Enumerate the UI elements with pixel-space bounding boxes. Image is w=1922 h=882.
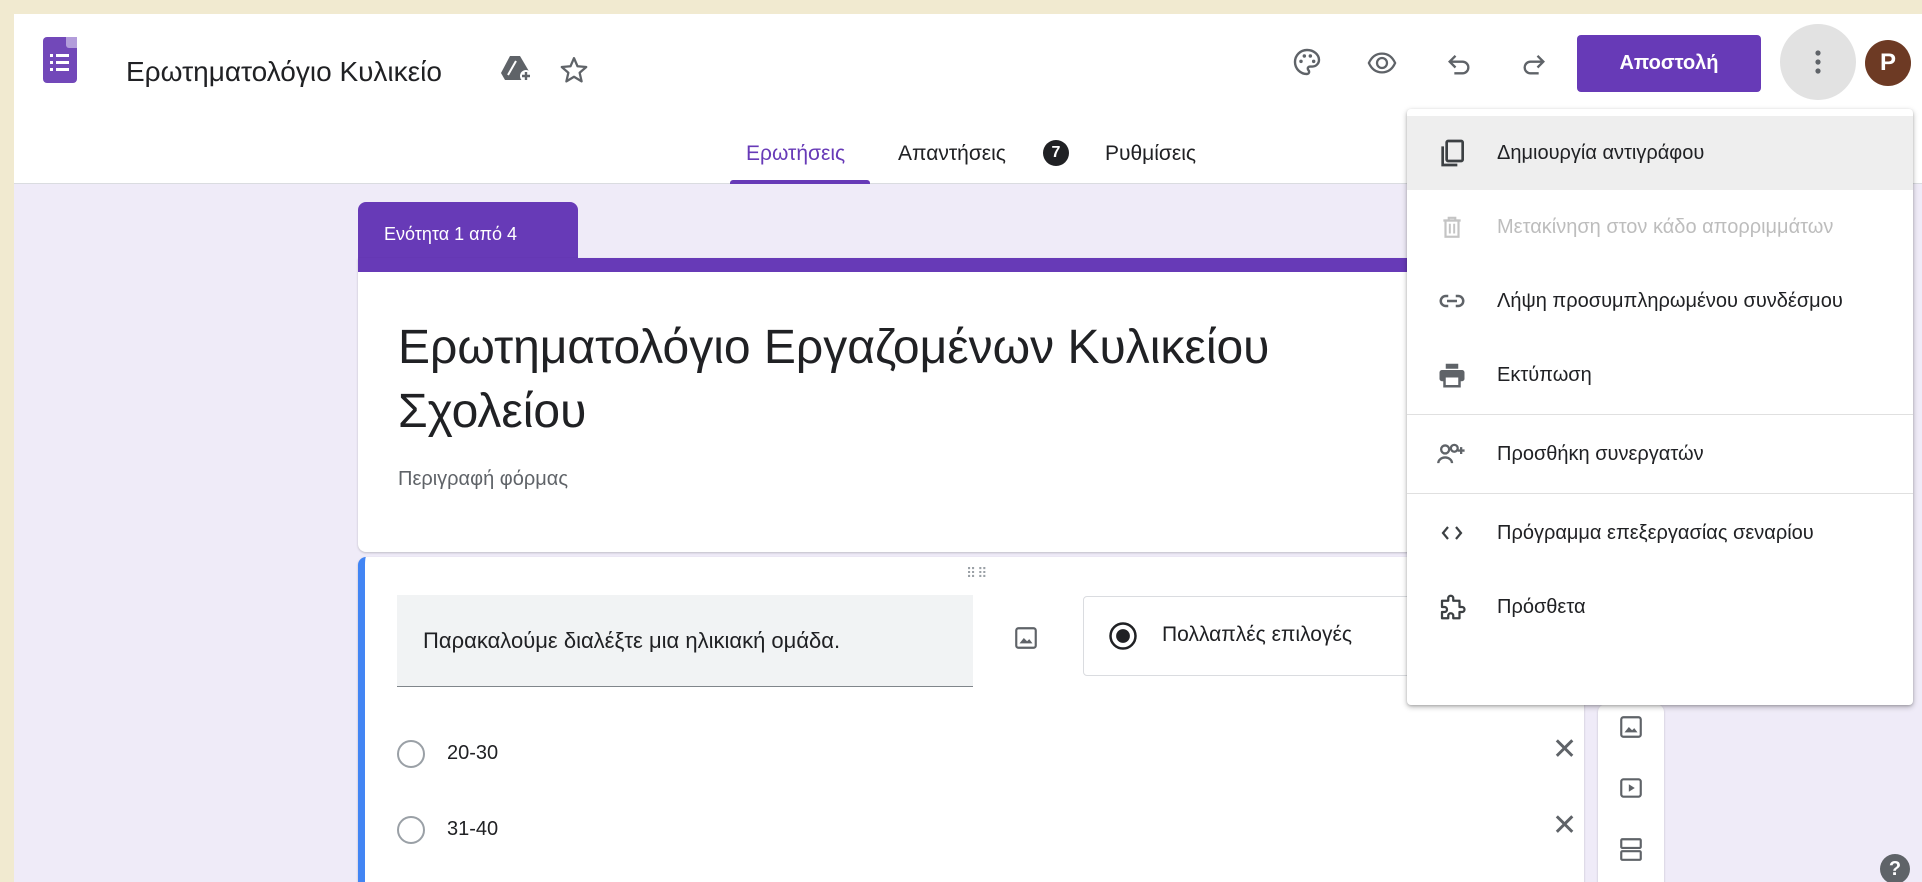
send-button[interactable]: Αποστολή: [1577, 35, 1761, 92]
radio-button-icon: [1108, 621, 1138, 656]
menu-item-make-copy[interactable]: Δημιουργία αντιγράφου: [1407, 116, 1913, 190]
remove-option-icon[interactable]: ✕: [1552, 808, 1577, 843]
document-title[interactable]: Ερωτηματολόγιο Κυλικείο: [126, 56, 442, 88]
code-icon: [1435, 516, 1469, 550]
responses-count-badge: 7: [1043, 140, 1069, 166]
menu-item-script-editor[interactable]: Πρόγραμμα επεξεργασίας σεναρίου: [1407, 496, 1913, 570]
star-icon[interactable]: [556, 52, 592, 88]
menu-item-label: Λήψη προσυμπληρωμένου συνδέσμου: [1497, 289, 1843, 312]
side-toolbar: [1598, 704, 1664, 882]
menu-item-add-collaborators[interactable]: Προσθήκη συνεργατών: [1407, 417, 1913, 491]
menu-item-move-to-trash[interactable]: Μετακίνηση στον κάδο απορριμμάτων: [1407, 190, 1913, 264]
question-title-input[interactable]: Παρακαλούμε διαλέξτε μια ηλικιακή ομάδα.: [397, 595, 973, 687]
palette-icon[interactable]: [1289, 44, 1325, 80]
active-tab-indicator: [730, 180, 870, 184]
forms-logo-icon[interactable]: [43, 37, 77, 83]
menu-divider: [1407, 493, 1913, 494]
redo-icon[interactable]: [1516, 46, 1552, 82]
copy-icon: [1435, 136, 1469, 170]
tab-questions[interactable]: Ερωτήσεις: [746, 142, 845, 166]
menu-divider: [1407, 414, 1913, 415]
option-row[interactable]: 20-30 ✕: [397, 733, 1577, 774]
form-description[interactable]: Περιγραφή φόρμας: [398, 468, 568, 491]
menu-item-label: Πρόγραμμα επεξεργασίας σεναρίου: [1497, 521, 1814, 544]
drag-handle-icon[interactable]: ⠿⠿: [966, 565, 989, 582]
add-image-icon[interactable]: [1616, 712, 1646, 742]
option-row[interactable]: 31-40 ✕: [397, 809, 1577, 850]
add-video-icon[interactable]: [1616, 773, 1646, 803]
option-row[interactable]: [397, 878, 1557, 882]
tab-settings[interactable]: Ρυθμίσεις: [1105, 142, 1196, 166]
trash-icon: [1435, 210, 1469, 244]
preview-eye-icon[interactable]: [1364, 45, 1400, 81]
menu-item-add-ons[interactable]: Πρόσθετα: [1407, 570, 1913, 644]
menu-item-label: Μετακίνηση στον κάδο απορριμμάτων: [1497, 215, 1834, 238]
menu-item-print[interactable]: Εκτύπωση: [1407, 338, 1913, 412]
menu-item-prefilled-link[interactable]: Λήψη προσυμπληρωμένου συνδέσμου: [1407, 264, 1913, 338]
menu-item-label: Δημιουργία αντιγράφου: [1497, 141, 1705, 164]
option-label[interactable]: 20-30: [447, 742, 498, 765]
radio-circle-icon: [397, 740, 425, 768]
link-icon: [1435, 284, 1469, 318]
more-options-menu: Δημιουργία αντιγράφου Μετακίνηση στον κά…: [1407, 109, 1913, 705]
more-vert-icon[interactable]: [1780, 24, 1856, 100]
puzzle-icon: [1435, 590, 1469, 624]
undo-icon[interactable]: [1441, 46, 1477, 82]
add-people-icon: [1435, 437, 1469, 471]
tab-responses[interactable]: Απαντήσεις: [898, 142, 1006, 166]
question-card[interactable]: ⠿⠿ Παρακαλούμε διαλέξτε μια ηλικιακή ομά…: [358, 557, 1591, 882]
remove-option-icon[interactable]: ✕: [1552, 732, 1577, 767]
menu-item-label: Πρόσθετα: [1497, 595, 1586, 618]
app-frame: Ερωτηματολόγιο Κυλικείο Αποστολή P Ερωτή…: [14, 14, 1922, 882]
print-icon: [1435, 358, 1469, 392]
radio-circle-icon: [397, 816, 425, 844]
option-label[interactable]: 31-40: [447, 818, 498, 841]
menu-item-label: Προσθήκη συνεργατών: [1497, 442, 1704, 465]
add-image-icon[interactable]: [1013, 625, 1039, 656]
form-title[interactable]: Ερωτηματολόγιο Εργαζομένων Κυλικείου Σχο…: [398, 316, 1378, 444]
form-title-card[interactable]: Ερωτηματολόγιο Εργαζομένων Κυλικείου Σχο…: [358, 258, 1588, 552]
help-icon[interactable]: ?: [1880, 854, 1910, 882]
question-type-label: Πολλαπλές επιλογές: [1162, 623, 1352, 646]
avatar[interactable]: P: [1865, 40, 1911, 86]
menu-item-label: Εκτύπωση: [1497, 363, 1592, 386]
add-section-icon[interactable]: [1616, 834, 1646, 864]
drive-move-icon[interactable]: [498, 50, 534, 86]
